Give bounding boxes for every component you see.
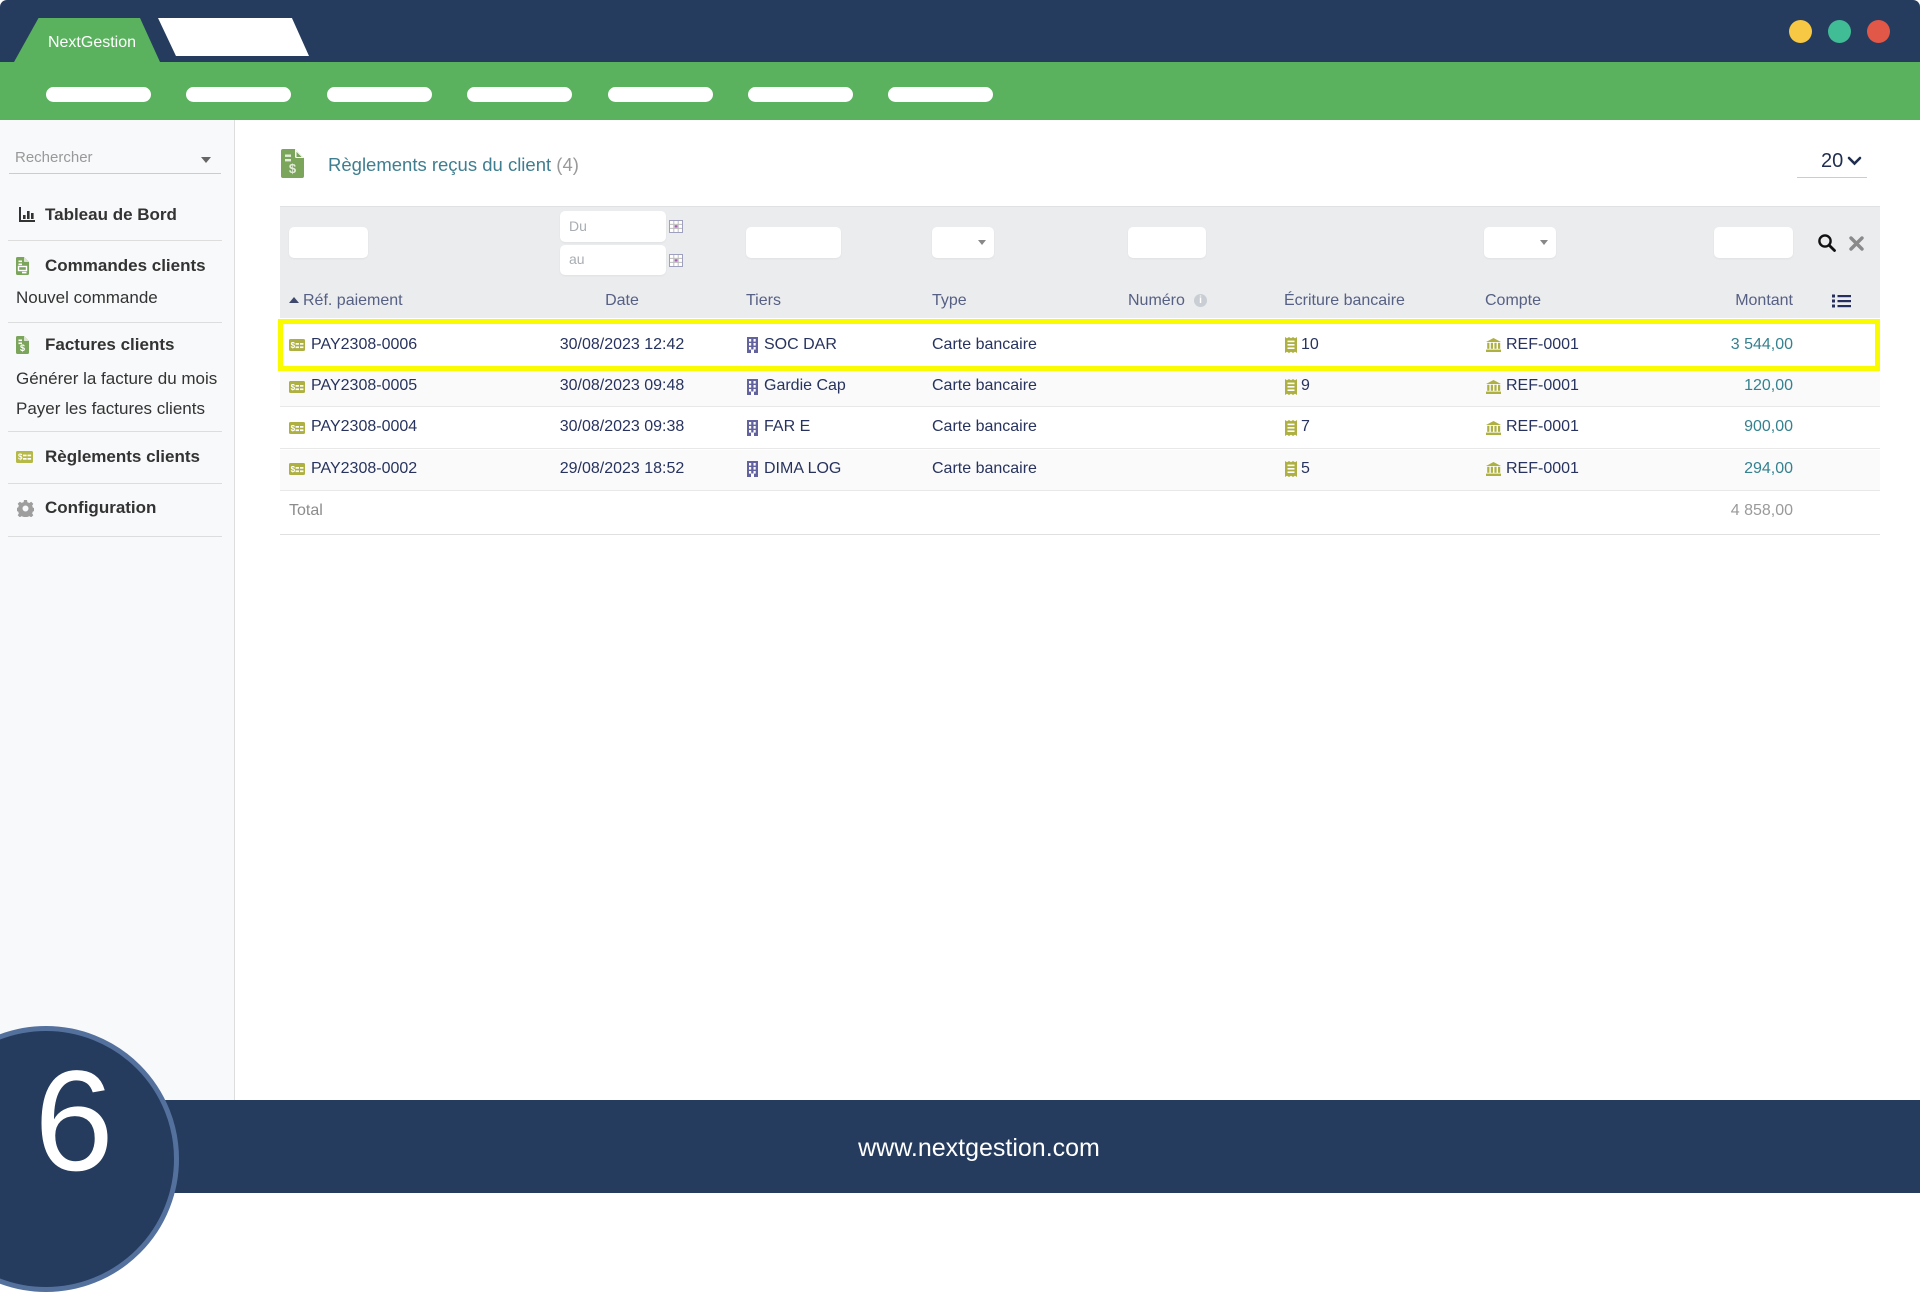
svg-text:$: $ xyxy=(18,453,23,462)
svg-text:$: $ xyxy=(20,343,25,353)
svg-text:$: $ xyxy=(291,423,296,432)
svg-text:$: $ xyxy=(291,382,296,391)
svg-text:$: $ xyxy=(291,465,296,474)
svg-text:$: $ xyxy=(291,341,296,350)
svg-text:$: $ xyxy=(289,161,297,176)
